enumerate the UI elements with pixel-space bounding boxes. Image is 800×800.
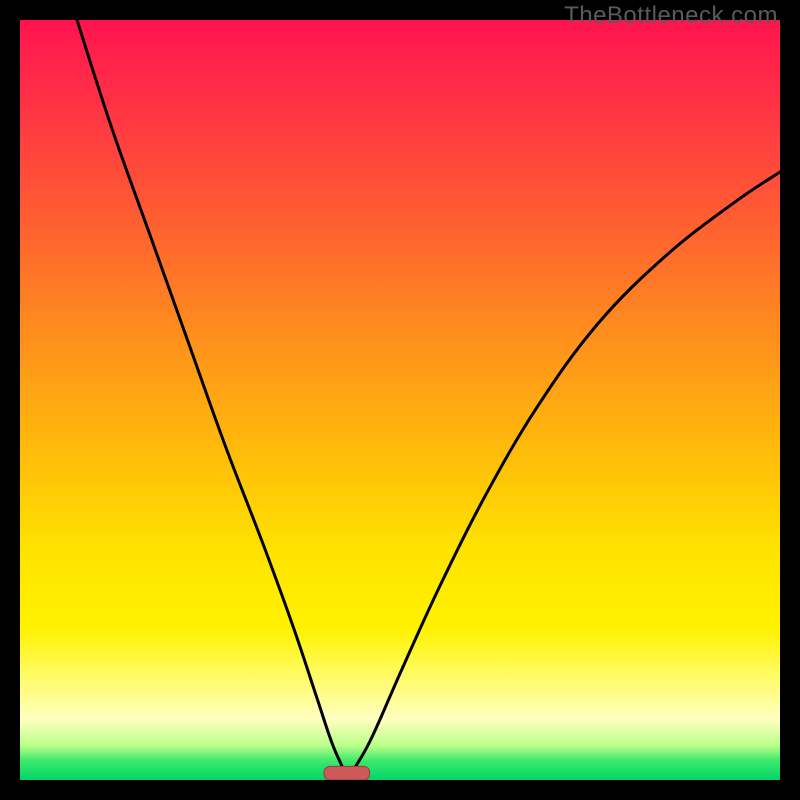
optimum-marker [324,766,370,780]
bottleneck-chart [20,20,780,780]
chart-frame [20,20,780,780]
watermark-text: TheBottleneck.com [564,2,778,30]
gradient-background [20,20,780,780]
